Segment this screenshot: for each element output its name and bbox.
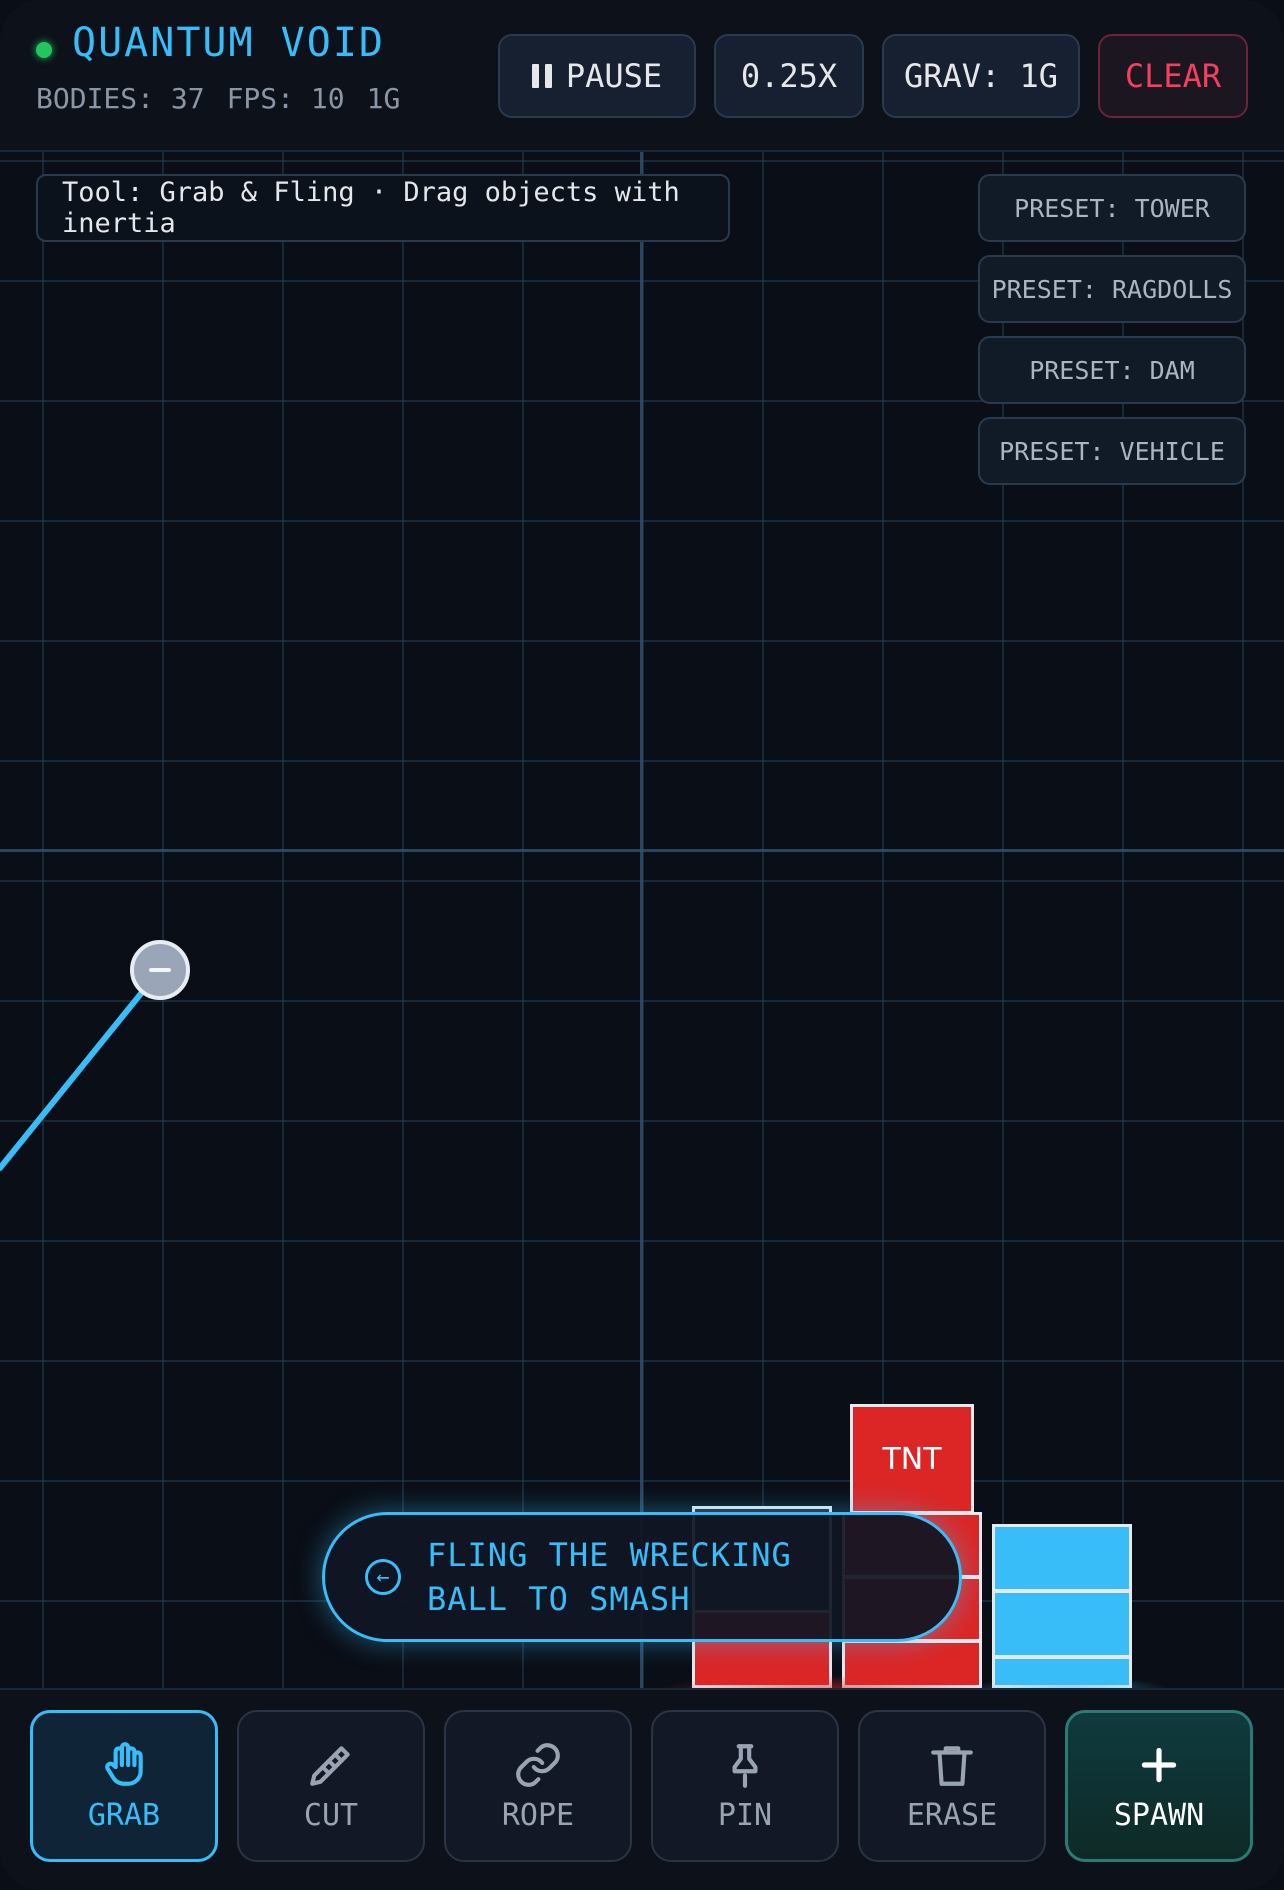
tool-label: CUT bbox=[303, 1797, 359, 1833]
tool-pin[interactable]: PIN bbox=[651, 1710, 839, 1862]
anchor-mark bbox=[149, 968, 171, 972]
tool-label: GRAB bbox=[87, 1797, 161, 1833]
link-icon bbox=[516, 1742, 560, 1787]
tool-label: ROPE bbox=[501, 1797, 575, 1833]
tool-rope[interactable]: ROPE bbox=[444, 1710, 632, 1862]
tool-label: SPAWN bbox=[1113, 1797, 1205, 1833]
pin-icon bbox=[732, 1743, 758, 1788]
tool-label: ERASE bbox=[906, 1797, 998, 1833]
trash-icon bbox=[931, 1745, 973, 1786]
rope-anchor[interactable] bbox=[130, 940, 190, 1000]
rope-segment[interactable] bbox=[0, 967, 163, 1171]
stack-block[interactable] bbox=[992, 1590, 1132, 1658]
game-frame: QUANTUM VOID BODIES: 37 FPS: 10 1G PAUSE… bbox=[0, 0, 1284, 1890]
hint-text: FLING THE WRECKING BALL TO SMASH bbox=[427, 1536, 792, 1618]
tool-spawn[interactable]: SPAWN bbox=[1065, 1710, 1253, 1862]
arrow-left-circle-icon: ← bbox=[365, 1559, 401, 1595]
tool-bar: GRAB CUT ROPE PIN ERASE SPAWN bbox=[0, 1688, 1284, 1890]
hand-icon bbox=[105, 1741, 143, 1786]
tool-label: PIN bbox=[717, 1797, 773, 1833]
tool-cut[interactable]: CUT bbox=[237, 1710, 425, 1862]
tool-erase[interactable]: ERASE bbox=[858, 1710, 1046, 1862]
knife-icon bbox=[310, 1745, 350, 1786]
tnt-block[interactable]: TNT bbox=[850, 1404, 974, 1514]
stack-block[interactable] bbox=[992, 1524, 1132, 1592]
hint-callout: ← FLING THE WRECKING BALL TO SMASH bbox=[322, 1512, 962, 1642]
tool-grab[interactable]: GRAB bbox=[30, 1710, 218, 1862]
plus-icon bbox=[1141, 1747, 1177, 1782]
